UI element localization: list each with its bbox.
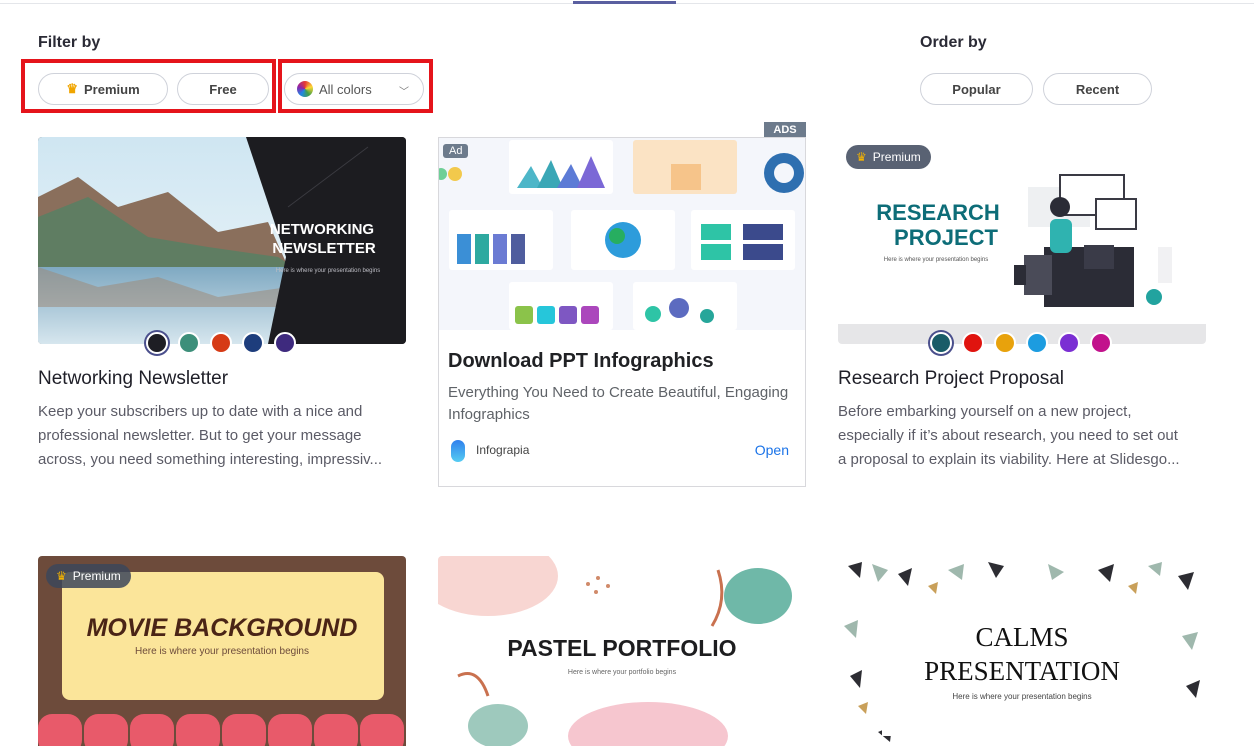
active-tab-indicator <box>573 1 676 4</box>
ad-brand: Infograpia <box>476 443 530 457</box>
terrazzo-illustration: CALMS PRESENTATION Here is where your pr… <box>844 562 1200 742</box>
filter-label: Filter by <box>38 34 101 51</box>
swatch[interactable] <box>930 332 952 354</box>
chevron-down-icon: ﹀ <box>399 87 409 98</box>
swatch[interactable] <box>1058 332 1080 354</box>
premium-badge-label: Premium <box>72 569 121 583</box>
desc-line: Keep your subscribers up to date with a … <box>38 403 363 420</box>
mountain-lake-illustration: NETWORKING NEWSLETTER Here is where your… <box>38 137 406 344</box>
thumbnail-subtitle: Here is where your portfolio begins <box>568 669 677 676</box>
swatch[interactable] <box>146 332 168 354</box>
swatch[interactable] <box>994 332 1016 354</box>
calms-presentation-thumbnail[interactable]: CALMS PRESENTATION Here is where your pr… <box>838 556 1206 746</box>
color-swatches-research <box>930 332 1112 354</box>
premium-filter-button[interactable]: ♛ Premium <box>38 73 168 105</box>
page: Filter by ♛ Premium Free All colors ﹀ Or… <box>0 0 1254 746</box>
free-filter-label: Free <box>209 81 237 97</box>
order-recent-button[interactable]: Recent <box>1043 73 1152 105</box>
swatch[interactable] <box>242 332 264 354</box>
order-recent-label: Recent <box>1075 81 1120 97</box>
card-title-research[interactable]: Research Project Proposal <box>838 368 1064 390</box>
colors-dropdown[interactable]: All colors ﹀ <box>284 73 424 105</box>
networking-newsletter-thumbnail[interactable]: NETWORKING NEWSLETTER Here is where your… <box>38 137 406 344</box>
swatch[interactable] <box>1026 332 1048 354</box>
crown-icon: ♛ <box>856 150 867 164</box>
thumbnail-title: PASTEL PORTFOLIO <box>507 635 736 661</box>
order-popular-button[interactable]: Popular <box>920 73 1033 105</box>
desc-line: professional newsletter. But to get your… <box>38 427 362 444</box>
thumbnail-title-line2: PROJECT <box>894 225 998 250</box>
desc-line: across, you need something interesting, … <box>38 451 383 468</box>
ad-chip: Ad <box>443 144 469 158</box>
color-wheel-icon <box>297 81 313 97</box>
thumbnail-title-line1: CALMS <box>975 622 1068 652</box>
thumbnail-subtitle: Here is where your presentation begins <box>135 646 309 657</box>
premium-filter-label: Premium <box>84 81 140 97</box>
pastel-shapes-illustration: PASTEL PORTFOLIO Here is where your port… <box>438 556 792 746</box>
pastel-portfolio-thumbnail[interactable]: PASTEL PORTFOLIO Here is where your port… <box>438 556 806 746</box>
card-desc-research: Before embarking yourself on a new proje… <box>838 400 1210 472</box>
order-popular-label: Popular <box>952 81 1001 97</box>
swatch[interactable] <box>274 332 296 354</box>
swatch[interactable] <box>178 332 200 354</box>
thumbnail-title: MOVIE BACKGROUND <box>87 614 358 642</box>
desc-line: a proposal to explain its viability. Her… <box>838 451 1180 468</box>
premium-badge-label: Premium <box>872 150 921 164</box>
thumbnail-title-line1: RESEARCH <box>876 200 999 225</box>
infographics-collage <box>439 140 804 330</box>
thumbnail-subtitle: Here is where your presentation begins <box>884 257 988 263</box>
colors-dropdown-value: All colors <box>319 81 372 97</box>
ad-open-link[interactable]: Open <box>755 442 789 458</box>
ad-title[interactable]: Download PPT Infographics <box>448 350 714 373</box>
crown-icon: ♛ <box>66 81 78 96</box>
ad-image: Ad <box>439 138 805 330</box>
thumbnail-subtitle: Here is where your presentation begins <box>276 268 380 274</box>
thumbnail-subtitle: Here is where your presentation begins <box>952 692 1091 701</box>
order-label: Order by <box>920 34 987 51</box>
premium-badge: ♛ Premium <box>46 564 131 588</box>
infograpia-logo-icon <box>451 440 465 462</box>
premium-badge: ♛ Premium <box>846 145 931 169</box>
swatch[interactable] <box>1090 332 1112 354</box>
crown-icon: ♛ <box>56 569 67 583</box>
ads-tag: ADS <box>764 122 806 137</box>
thumbnail-title-line2: PRESENTATION <box>924 656 1120 686</box>
swatch[interactable] <box>210 332 232 354</box>
ad-card[interactable]: Ad Download PPT Infographics Everything … <box>438 137 806 487</box>
thumbnail-title-line1: NETWORKING <box>270 221 374 238</box>
desc-line: especially if it’s about research, you n… <box>838 427 1178 444</box>
card-desc-networking: Keep your subscribers up to date with a … <box>38 400 410 472</box>
free-filter-button[interactable]: Free <box>177 73 269 105</box>
desc-line: Before embarking yourself on a new proje… <box>838 403 1132 420</box>
thumbnail-title-line2: NEWSLETTER <box>272 240 375 257</box>
ad-subtitle: Everything You Need to Create Beautiful,… <box>448 384 789 423</box>
card-title-networking[interactable]: Networking Newsletter <box>38 368 228 390</box>
color-swatches-networking <box>146 332 296 354</box>
swatch[interactable] <box>962 332 984 354</box>
